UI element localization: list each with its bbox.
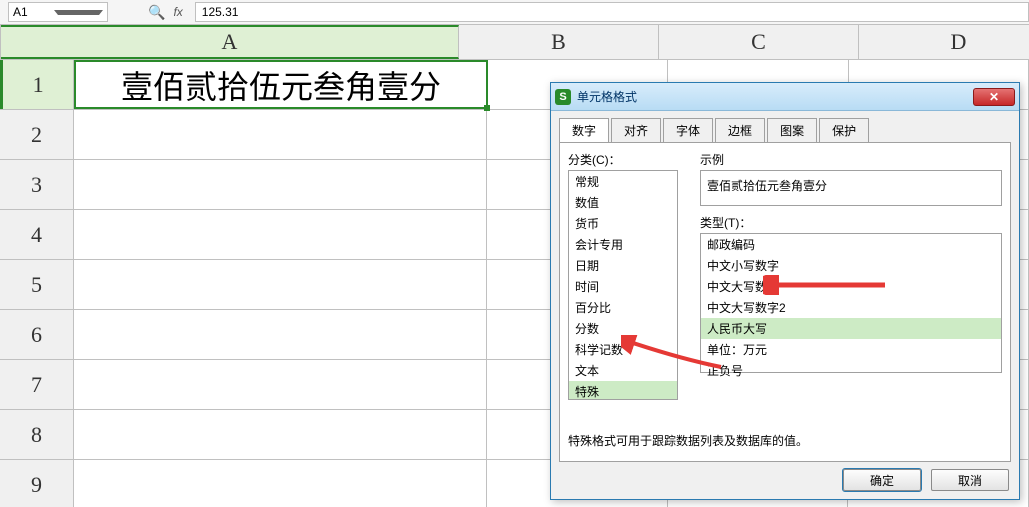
- tab-字体[interactable]: 字体: [663, 118, 713, 143]
- cell[interactable]: [74, 210, 487, 259]
- close-button[interactable]: ✕: [973, 88, 1015, 106]
- cell[interactable]: [74, 110, 487, 159]
- category-item[interactable]: 时间: [569, 276, 677, 297]
- type-item[interactable]: 中文大写数字: [701, 276, 1001, 297]
- column-header-D[interactable]: D: [859, 25, 1029, 59]
- type-item[interactable]: 中文小写数字: [701, 255, 1001, 276]
- fx-label[interactable]: fx: [173, 5, 182, 19]
- cell[interactable]: [74, 410, 487, 459]
- formula-bar: A1 🔍 fx: [0, 0, 1029, 25]
- cell[interactable]: [74, 260, 487, 309]
- category-item[interactable]: 常规: [569, 171, 677, 192]
- category-item[interactable]: 百分比: [569, 297, 677, 318]
- category-item[interactable]: 日期: [569, 255, 677, 276]
- type-item[interactable]: 正负号: [701, 360, 1001, 381]
- column-header-B[interactable]: B: [459, 25, 659, 59]
- dialog-title: 单元格格式: [577, 88, 973, 105]
- type-item[interactable]: 邮政编码: [701, 234, 1001, 255]
- chevron-down-icon[interactable]: [54, 10, 103, 15]
- category-item[interactable]: 货币: [569, 213, 677, 234]
- type-list[interactable]: 邮政编码中文小写数字中文大写数字中文大写数字2人民币大写单位：万元正负号: [700, 233, 1002, 373]
- select-all-corner[interactable]: [0, 25, 1, 59]
- column-header-A[interactable]: A: [1, 25, 459, 59]
- cell[interactable]: [74, 460, 487, 507]
- row-header[interactable]: 4: [0, 210, 74, 259]
- type-item[interactable]: 单位：万元: [701, 339, 1001, 360]
- zoom-icon[interactable]: 🔍: [148, 4, 165, 21]
- column-headers: A B C D: [0, 25, 1029, 60]
- cell-format-dialog: S 单元格格式 ✕ 数字对齐字体边框图案保护 分类(C)： 常规数值货币会计专用…: [550, 82, 1020, 500]
- row-header[interactable]: 5: [0, 260, 74, 309]
- category-item[interactable]: 文本: [569, 360, 677, 381]
- type-label: 类型(T)：: [700, 214, 1002, 231]
- cancel-button[interactable]: 取消: [931, 469, 1009, 491]
- tab-body-number: 分类(C)： 常规数值货币会计专用日期时间百分比分数科学记数文本特殊自定义 示例…: [559, 142, 1011, 462]
- cell-reference: A1: [13, 5, 54, 19]
- row-header[interactable]: 3: [0, 160, 74, 209]
- column-header-C[interactable]: C: [659, 25, 859, 59]
- category-list[interactable]: 常规数值货币会计专用日期时间百分比分数科学记数文本特殊自定义: [568, 170, 678, 400]
- row-header[interactable]: 8: [0, 410, 74, 459]
- formula-input[interactable]: [195, 2, 1029, 22]
- type-item[interactable]: 中文大写数字2: [701, 297, 1001, 318]
- tab-边框[interactable]: 边框: [715, 118, 765, 143]
- category-item[interactable]: 分数: [569, 318, 677, 339]
- tab-数字[interactable]: 数字: [559, 118, 609, 143]
- dialog-buttons: 确定 取消: [843, 469, 1009, 491]
- category-item[interactable]: 特殊: [569, 381, 677, 400]
- row-header[interactable]: 1: [0, 60, 74, 109]
- category-item[interactable]: 会计专用: [569, 234, 677, 255]
- right-pane: 示例 壹佰贰拾伍元叁角壹分 类型(T)： 邮政编码中文小写数字中文大写数字中文大…: [700, 151, 1002, 373]
- sample-label: 示例: [700, 151, 1002, 168]
- app-icon: S: [555, 89, 571, 105]
- type-item[interactable]: 人民币大写: [701, 318, 1001, 339]
- row-header[interactable]: 9: [0, 460, 74, 507]
- row-header[interactable]: 7: [0, 360, 74, 409]
- cell[interactable]: [74, 310, 487, 359]
- sample-value: 壹佰贰拾伍元叁角壹分: [707, 179, 827, 193]
- name-box[interactable]: A1: [8, 2, 108, 22]
- row-header[interactable]: 6: [0, 310, 74, 359]
- category-item[interactable]: 科学记数: [569, 339, 677, 360]
- format-note: 特殊格式可用于跟踪数据列表及数据库的值。: [568, 432, 808, 449]
- cell-A1[interactable]: 壹佰贰拾伍元叁角壹分: [74, 60, 487, 109]
- sample-box: 壹佰贰拾伍元叁角壹分: [700, 170, 1002, 206]
- tab-保护[interactable]: 保护: [819, 118, 869, 143]
- row-header[interactable]: 2: [0, 110, 74, 159]
- cell[interactable]: [74, 360, 487, 409]
- tab-对齐[interactable]: 对齐: [611, 118, 661, 143]
- tab-图案[interactable]: 图案: [767, 118, 817, 143]
- category-item[interactable]: 数值: [569, 192, 677, 213]
- dialog-tabs: 数字对齐字体边框图案保护: [551, 111, 1019, 142]
- ok-button[interactable]: 确定: [843, 469, 921, 491]
- cell[interactable]: [74, 160, 487, 209]
- dialog-titlebar[interactable]: S 单元格格式 ✕: [551, 83, 1019, 111]
